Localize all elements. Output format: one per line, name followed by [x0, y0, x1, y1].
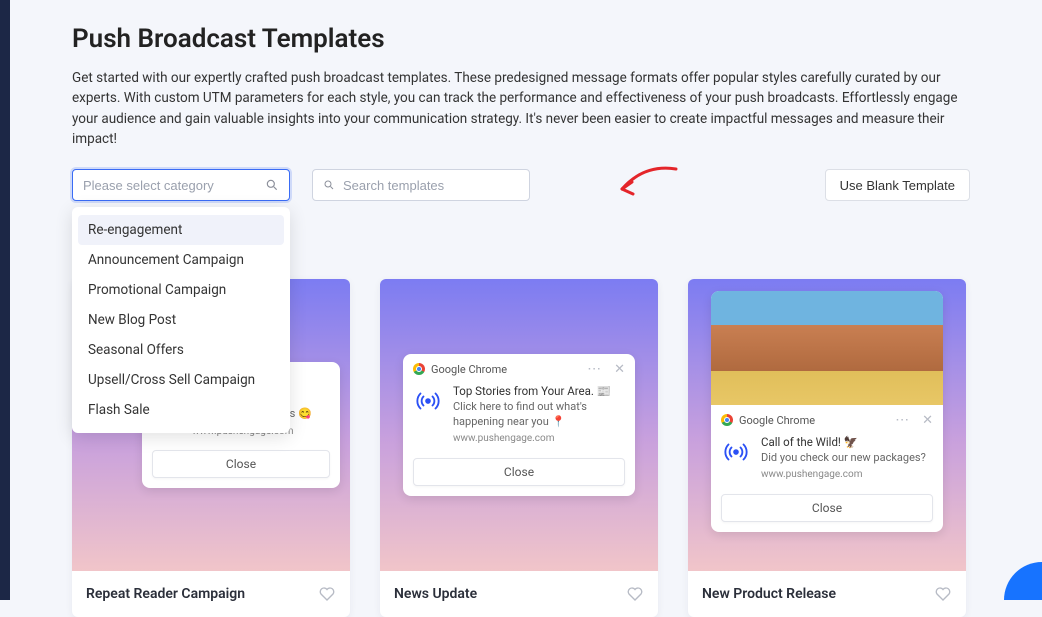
more-icon: ⋯ — [895, 412, 910, 428]
category-option-promotional[interactable]: Promotional Campaign — [78, 275, 284, 305]
search-input[interactable] — [343, 178, 519, 193]
template-card-new-product[interactable]: Google Chrome ⋯ ✕ — [688, 279, 966, 617]
notif-sub: Did you check our new packages? — [761, 451, 926, 466]
card-preview: Google Chrome ⋯ ✕ — [688, 279, 966, 571]
page-title: Push Broadcast Templates — [72, 24, 970, 54]
notif-close-button[interactable]: Close — [413, 458, 625, 486]
category-option-blog[interactable]: New Blog Post — [78, 305, 284, 335]
notif-title: Top Stories from Your Area. 📰 — [453, 384, 625, 400]
broadcast-icon — [413, 386, 443, 416]
page-description: Get started with our expertly crafted pu… — [72, 68, 970, 149]
notif-title: Call of the Wild! 🦅 — [761, 435, 926, 451]
close-icon[interactable]: ✕ — [614, 362, 625, 377]
category-input[interactable] — [83, 178, 265, 193]
notif-close-button[interactable]: Close — [721, 494, 933, 522]
use-blank-template-button[interactable]: Use Blank Template — [825, 169, 970, 201]
search-icon — [265, 178, 279, 192]
notif-close-button[interactable]: Close — [152, 450, 330, 478]
favorite-icon[interactable] — [318, 585, 336, 603]
close-icon[interactable]: ✕ — [922, 413, 933, 428]
notif-sub: Click here to find out what's happening … — [453, 400, 625, 430]
category-option-announcement[interactable]: Announcement Campaign — [78, 245, 284, 275]
category-option-seasonal[interactable]: Seasonal Offers — [78, 335, 284, 365]
more-icon: ⋯ — [587, 361, 602, 377]
category-option-reengagement[interactable]: Re-engagement — [78, 215, 284, 245]
favorite-icon[interactable] — [626, 585, 644, 603]
search-icon — [323, 178, 335, 192]
category-dropdown: Re-engagement Announcement Campaign Prom… — [72, 207, 290, 433]
template-card-news-update[interactable]: Google Chrome ⋯ ✕ — [380, 279, 658, 617]
category-option-upsell[interactable]: Upsell/Cross Sell Campaign — [78, 365, 284, 395]
notif-browser: Google Chrome — [739, 414, 889, 427]
notif-image — [711, 291, 943, 405]
notif-browser: Google Chrome — [431, 363, 581, 376]
notification-preview: Google Chrome ⋯ ✕ — [403, 354, 635, 496]
card-preview: Google Chrome ⋯ ✕ — [380, 279, 658, 571]
notif-site: www.pushengage.com — [453, 432, 625, 446]
notif-site: www.pushengage.com — [761, 468, 926, 482]
chrome-icon — [721, 414, 733, 426]
category-option-flash[interactable]: Flash Sale — [78, 395, 284, 425]
favorite-icon[interactable] — [934, 585, 952, 603]
category-select[interactable] — [72, 169, 290, 201]
annotation-arrow — [614, 159, 684, 209]
chrome-icon — [413, 363, 425, 375]
broadcast-icon — [721, 437, 751, 467]
search-templates[interactable] — [312, 169, 530, 201]
controls-row: Re-engagement Announcement Campaign Prom… — [72, 169, 970, 201]
notification-preview: Google Chrome ⋯ ✕ — [711, 291, 943, 532]
app-sidebar-edge — [0, 0, 10, 600]
